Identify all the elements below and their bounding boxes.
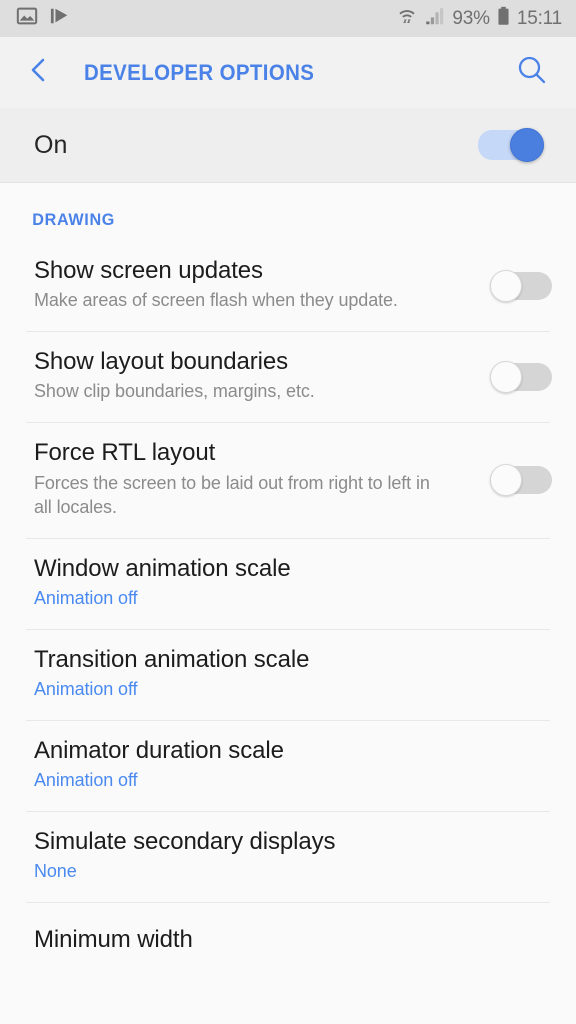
status-bar-left-icons <box>16 5 70 32</box>
setting-title: Window animation scale <box>34 554 291 582</box>
back-button[interactable] <box>26 51 62 95</box>
status-bar-right-icons: 93% 15:11 <box>397 5 562 32</box>
setting-subtitle: Make areas of screen flash when they upd… <box>34 290 398 311</box>
setting-title: Show layout boundaries <box>34 348 288 376</box>
setting-title: Animator duration scale <box>34 736 284 764</box>
row-text: Show screen updates Make areas of screen… <box>34 240 476 331</box>
status-bar: 93% 15:11 <box>0 0 576 37</box>
setting-row-window-animation-scale[interactable]: Window animation scale Animation off <box>0 537 576 629</box>
setting-toggle-force-rtl-layout[interactable] <box>490 463 552 496</box>
toggle-thumb <box>490 360 522 393</box>
toggle-thumb <box>510 128 544 162</box>
setting-title: Simulate secondary displays <box>34 828 336 856</box>
setting-title: Minimum width <box>34 925 193 953</box>
settings-list: DRAWING Show screen updates Make areas o… <box>0 183 576 979</box>
setting-title: Force RTL layout <box>34 439 216 467</box>
page-title: DEVELOPER OPTIONS <box>84 59 315 85</box>
setting-title: Transition animation scale <box>34 645 310 673</box>
row-text: Minimum width <box>34 909 546 972</box>
battery-icon <box>497 5 510 32</box>
row-text: Transition animation scale Animation off <box>34 629 546 720</box>
setting-row-transition-animation-scale[interactable]: Transition animation scale Animation off <box>0 628 576 720</box>
setting-row-animator-duration-scale[interactable]: Animator duration scale Animation off <box>0 719 576 811</box>
setting-value: None <box>34 861 77 882</box>
clock-label: 15:11 <box>516 7 562 29</box>
media-play-icon <box>50 5 70 32</box>
search-icon <box>515 53 549 92</box>
setting-toggle-show-screen-updates[interactable] <box>490 269 552 302</box>
chevron-left-icon <box>26 55 52 90</box>
setting-subtitle: Forces the screen to be laid out from ri… <box>34 472 430 517</box>
master-switch-label: On <box>34 130 68 159</box>
row-text: Force RTL layout Forces the screen to be… <box>34 422 476 537</box>
wifi-icon <box>397 5 417 32</box>
master-switch-toggle[interactable] <box>478 128 544 162</box>
setting-row-show-screen-updates[interactable]: Show screen updates Make areas of screen… <box>0 240 576 331</box>
row-text: Simulate secondary displays None <box>34 811 546 902</box>
signal-bars-icon <box>424 5 445 32</box>
image-icon <box>16 5 38 32</box>
search-button[interactable] <box>508 49 556 97</box>
setting-subtitle: Show clip boundaries, margins, etc. <box>34 381 315 402</box>
battery-percent-label: 93% <box>452 7 490 29</box>
setting-value: Animation off <box>34 770 138 791</box>
setting-row-simulate-secondary-displays[interactable]: Simulate secondary displays None <box>0 811 576 902</box>
setting-row-force-rtl-layout[interactable]: Force RTL layout Forces the screen to be… <box>0 422 576 537</box>
row-text: Animator duration scale Animation off <box>34 720 546 811</box>
setting-toggle-show-layout-boundaries[interactable] <box>490 360 552 393</box>
setting-title: Show screen updates <box>34 257 263 284</box>
section-header-drawing: DRAWING <box>32 210 116 229</box>
setting-value: Animation off <box>34 587 138 608</box>
toggle-thumb <box>490 463 522 496</box>
setting-value: Animation off <box>34 679 138 700</box>
setting-row-minimum-width[interactable]: Minimum width <box>0 902 576 978</box>
setting-row-show-layout-boundaries[interactable]: Show layout boundaries Show clip boundar… <box>0 331 576 422</box>
app-header: DEVELOPER OPTIONS <box>0 37 576 108</box>
row-text: Show layout boundaries Show clip boundar… <box>34 331 476 422</box>
developer-options-screen: 93% 15:11 DEVELOPER OPTIONS On DRAWING S… <box>0 0 576 1024</box>
toggle-thumb <box>490 269 522 302</box>
master-switch-row[interactable]: On <box>0 108 576 183</box>
row-text: Window animation scale Animation off <box>34 538 546 629</box>
